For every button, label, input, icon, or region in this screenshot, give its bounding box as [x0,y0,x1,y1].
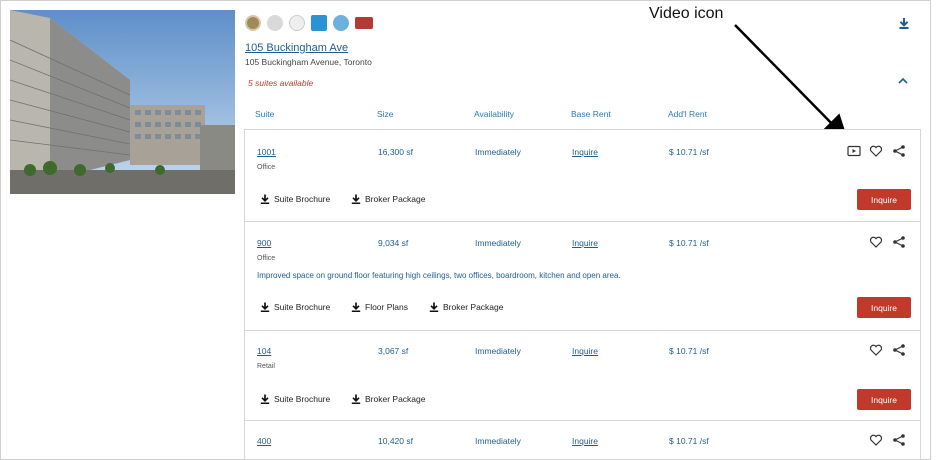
download-icon [260,194,270,204]
inquire-button[interactable]: Inquire [857,189,911,210]
favorite-heart-icon[interactable] [869,144,883,158]
certification-logos [245,15,373,31]
download-label: Suite Brochure [274,394,331,404]
building-photo[interactable] [10,10,235,194]
download-icon [260,394,270,404]
download-label: Floor Plans [365,302,408,312]
download-icon[interactable] [898,16,910,34]
suite-row: 104 Retail 3,067 sf Immediately Inquire … [244,330,921,421]
download-icon [351,394,361,404]
column-header-suite[interactable]: Suite [255,109,274,119]
video-icon-annotation: Video icon [649,5,724,22]
listing-card: Video icon 105 Buckingham Ave 105 Buckin… [0,0,931,460]
suites-available: 5 suites available [248,78,314,88]
inquire-button[interactable]: Inquire [857,389,911,410]
column-header-base-rent[interactable]: Base Rent [571,109,611,119]
suite-row: 900 Office 9,034 sf Immediately Inquire … [244,221,921,331]
base-rent-inquire-link[interactable]: Inquire [572,346,598,356]
suite-brochure-download[interactable]: Suite Brochure [260,302,330,312]
download-label: Broker Package [365,394,426,404]
broker-package-download[interactable]: Broker Package [351,394,425,404]
suite-availability: Immediately [475,147,521,157]
broker-package-download[interactable]: Broker Package [429,302,503,312]
download-icon [260,302,270,312]
download-label: Suite Brochure [274,302,331,312]
suite-number-link[interactable]: 104 [257,346,271,356]
share-icon[interactable] [892,433,906,447]
floor-plans-download[interactable]: Floor Plans [351,302,408,312]
share-icon[interactable] [892,235,906,249]
share-icon[interactable] [892,343,906,357]
leaf-logo [289,15,305,31]
annotation-arrow [734,24,849,141]
favorite-heart-icon[interactable] [869,433,883,447]
suite-availability: Immediately [475,436,521,446]
collapse-chevron-icon[interactable] [898,77,908,88]
broker-package-download[interactable]: Broker Package [351,194,425,204]
base-rent-inquire-link[interactable]: Inquire [572,147,598,157]
favorite-heart-icon[interactable] [869,343,883,357]
inquire-button[interactable]: Inquire [857,297,911,318]
download-label: Broker Package [365,194,426,204]
suite-size: 9,034 sf [378,238,409,248]
suite-description: Improved space on ground floor featuring… [257,271,621,280]
suite-type: Office [257,255,276,262]
column-header-addl-rent[interactable]: Add'l Rent [668,109,707,119]
suite-size: 3,067 sf [378,346,409,356]
building-name-link[interactable]: 105 Buckingham Ave [245,42,348,54]
suite-availability: Immediately [475,346,521,356]
download-label: Suite Brochure [274,194,331,204]
fire-logo [267,15,283,31]
addl-rent: $ 10.71 /sf [669,436,709,446]
base-rent-inquire-link[interactable]: Inquire [572,238,598,248]
suite-brochure-download[interactable]: Suite Brochure [260,194,330,204]
addl-rent: $ 10.71 /sf [669,147,709,157]
building-address: 105 Buckingham Avenue, Toronto [245,57,372,67]
water-logo [333,15,349,31]
suite-size: 10,420 sf [378,436,413,446]
favorite-heart-icon[interactable] [869,235,883,249]
suite-number-link[interactable]: 1001 [257,147,276,157]
share-icon[interactable] [892,144,906,158]
boma-logo [245,15,261,31]
column-header-size[interactable]: Size [377,109,394,119]
suite-row: 1001 Office 16,300 sf Immediately Inquir… [244,129,921,222]
column-header-availability[interactable]: Availability [474,109,514,119]
award-logo [355,17,373,29]
suite-size: 16,300 sf [378,147,413,157]
suite-number-link[interactable]: 400 [257,436,271,446]
suite-row: 400 10,420 sf Immediately Inquire $ 10.7… [244,420,921,460]
addl-rent: $ 10.71 /sf [669,238,709,248]
download-icon [351,302,361,312]
download-label: Broker Package [443,302,504,312]
energy-star-logo [311,15,327,31]
download-icon [429,302,439,312]
base-rent-inquire-link[interactable]: Inquire [572,436,598,446]
suite-number-link[interactable]: 900 [257,238,271,248]
video-icon[interactable] [847,144,861,158]
suite-type: Retail [257,363,275,370]
download-icon [351,194,361,204]
suite-brochure-download[interactable]: Suite Brochure [260,394,330,404]
addl-rent: $ 10.71 /sf [669,346,709,356]
suite-type: Office [257,164,276,171]
suite-availability: Immediately [475,238,521,248]
